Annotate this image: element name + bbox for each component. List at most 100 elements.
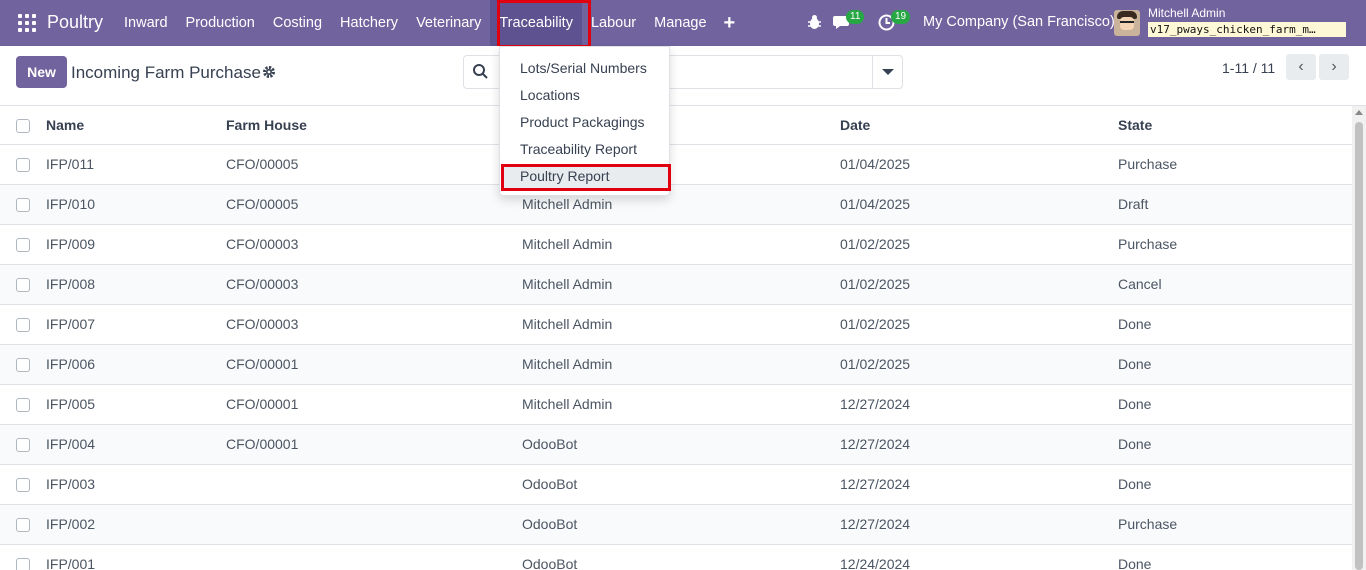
menu-item-poultry-report[interactable]: Poultry Report [520, 168, 609, 184]
row-checkbox[interactable] [16, 478, 30, 493]
cell-responsible: OdooBot [522, 544, 840, 570]
row-checkbox[interactable] [16, 198, 30, 213]
row-checkbox[interactable] [16, 358, 30, 373]
cell-responsible: Mitchell Admin [522, 264, 840, 305]
cell-state: Purchase [1118, 504, 1352, 545]
user-name[interactable]: Mitchell Admin [1148, 6, 1225, 20]
pager-value[interactable]: 1-11 / 11 [1222, 60, 1275, 76]
table-row[interactable]: IFP/010 CFO/00005 Mitchell Admin 01/04/2025… [0, 184, 1352, 225]
menu-item-locations[interactable]: Locations [520, 87, 580, 103]
list-view: Name Farm House Date State IFP/011 CFO/00… [0, 106, 1352, 570]
table-row[interactable]: IFP/011 CFO/00005 01/04/2025 Purchase [0, 144, 1352, 185]
column-header-name[interactable]: Name [46, 106, 226, 145]
row-checkbox[interactable] [16, 558, 30, 570]
column-header-date[interactable]: Date [840, 106, 1118, 145]
column-header-farm-house[interactable]: Farm House [226, 106, 522, 145]
add-menu-icon[interactable]: + [716, 0, 744, 46]
row-checkbox[interactable] [16, 518, 30, 533]
select-all-checkbox[interactable] [16, 118, 30, 133]
page-title: Incoming Farm Purchase [71, 63, 261, 82]
menu-production[interactable]: Production [177, 0, 264, 46]
debug-bug-icon[interactable] [807, 14, 822, 30]
table-row[interactable]: IFP/001 OdooBot 12/24/2024 Done [0, 544, 1352, 570]
apps-menu-icon[interactable] [18, 14, 36, 32]
cell-name: IFP/006 [46, 344, 226, 385]
activities-count-badge: 19 [891, 10, 911, 24]
table-row[interactable]: IFP/006 CFO/00001 Mitchell Admin 01/02/2025… [0, 344, 1352, 385]
menu-item-traceability-report[interactable]: Traceability Report [520, 141, 637, 157]
table-header-row: Name Farm House Date State [0, 106, 1352, 145]
cell-state: Purchase [1118, 224, 1352, 265]
row-checkbox[interactable] [16, 438, 30, 453]
row-checkbox[interactable] [16, 158, 30, 173]
row-checkbox[interactable] [16, 238, 30, 253]
traceability-highlight [497, 0, 591, 48]
company-switcher[interactable]: My Company (San Francisco) [923, 14, 1115, 30]
cell-responsible: Mitchell Admin [522, 224, 840, 265]
control-panel: New Incoming Farm Purchase 1-11 / 11 ‹ › [0, 46, 1366, 106]
search-icon [473, 64, 488, 79]
cell-farm-house: CFO/00003 [226, 304, 522, 345]
search-options-toggle[interactable] [872, 56, 902, 88]
cell-farm-house: CFO/00003 [226, 224, 522, 265]
cell-state: Done [1118, 424, 1352, 465]
cell-date: 12/27/2024 [840, 504, 1118, 545]
cell-responsible: Mitchell Admin [522, 304, 840, 345]
cell-responsible: OdooBot [522, 464, 840, 505]
row-checkbox[interactable] [16, 278, 30, 293]
menu-costing[interactable]: Costing [264, 0, 331, 46]
cell-date: 12/27/2024 [840, 424, 1118, 465]
cell-farm-house [226, 544, 522, 570]
cell-responsible: Mitchell Admin [522, 384, 840, 425]
cell-name: IFP/008 [46, 264, 226, 305]
menu-item-lots-serial-numbers[interactable]: Lots/Serial Numbers [520, 60, 647, 76]
records-table: Name Farm House Date State IFP/011 CFO/00… [0, 106, 1352, 570]
main-menu: Inward Production Costing Hatchery Veter… [115, 0, 743, 46]
cell-state: Done [1118, 344, 1352, 385]
table-row[interactable]: IFP/007 CFO/00003 Mitchell Admin 01/02/2025… [0, 304, 1352, 345]
table-row[interactable]: IFP/008 CFO/00003 Mitchell Admin 01/02/2025… [0, 264, 1352, 305]
cell-name: IFP/002 [46, 504, 226, 545]
messages-count-badge: 11 [846, 10, 865, 24]
top-navbar: Poultry Inward Production Costing Hatche… [0, 0, 1366, 48]
pager-previous-button[interactable]: ‹ [1286, 54, 1316, 80]
cell-name: IFP/011 [46, 144, 226, 185]
column-header-state[interactable]: State [1118, 106, 1352, 145]
cell-farm-house: CFO/00001 [226, 424, 522, 465]
cell-state: Purchase [1118, 144, 1352, 185]
cell-date: 01/02/2025 [840, 224, 1118, 265]
row-checkbox[interactable] [16, 398, 30, 413]
menu-manage[interactable]: Manage [645, 0, 715, 46]
table-row[interactable]: IFP/002 OdooBot 12/27/2024 Purchase [0, 504, 1352, 545]
cell-state: Done [1118, 304, 1352, 345]
menu-hatchery[interactable]: Hatchery [331, 0, 407, 46]
table-row[interactable]: IFP/005 CFO/00001 Mitchell Admin 12/27/2024… [0, 384, 1352, 425]
database-name: v17_pways_chicken_farm_m… [1148, 22, 1346, 37]
user-avatar[interactable] [1114, 10, 1140, 36]
table-row[interactable]: IFP/004 CFO/00001 OdooBot 12/27/2024 Done [0, 424, 1352, 465]
cell-date: 01/04/2025 [840, 184, 1118, 225]
menu-inward[interactable]: Inward [115, 0, 177, 46]
table-row[interactable]: IFP/009 CFO/00003 Mitchell Admin 01/02/2025… [0, 224, 1352, 265]
cell-farm-house [226, 504, 522, 545]
cell-farm-house: CFO/00005 [226, 144, 522, 185]
gear-icon[interactable] [262, 65, 276, 79]
table-row[interactable]: IFP/003 OdooBot 12/27/2024 Done [0, 464, 1352, 505]
cell-name: IFP/004 [46, 424, 226, 465]
cell-name: IFP/007 [46, 304, 226, 345]
cell-name: IFP/003 [46, 464, 226, 505]
cell-responsible: OdooBot [522, 504, 840, 545]
vertical-scrollbar[interactable] [1352, 106, 1366, 570]
cell-state: Draft [1118, 184, 1352, 225]
menu-veterinary[interactable]: Veterinary [407, 0, 490, 46]
cell-date: 12/27/2024 [840, 464, 1118, 505]
menu-labour[interactable]: Labour [582, 0, 645, 46]
cell-date: 01/04/2025 [840, 144, 1118, 185]
menu-item-product-packagings[interactable]: Product Packagings [520, 114, 645, 130]
cell-name: IFP/010 [46, 184, 226, 225]
pager-next-button[interactable]: › [1319, 54, 1349, 80]
new-button[interactable]: New [16, 56, 67, 88]
app-brand[interactable]: Poultry [47, 12, 103, 33]
cell-state: Done [1118, 544, 1352, 570]
row-checkbox[interactable] [16, 318, 30, 333]
